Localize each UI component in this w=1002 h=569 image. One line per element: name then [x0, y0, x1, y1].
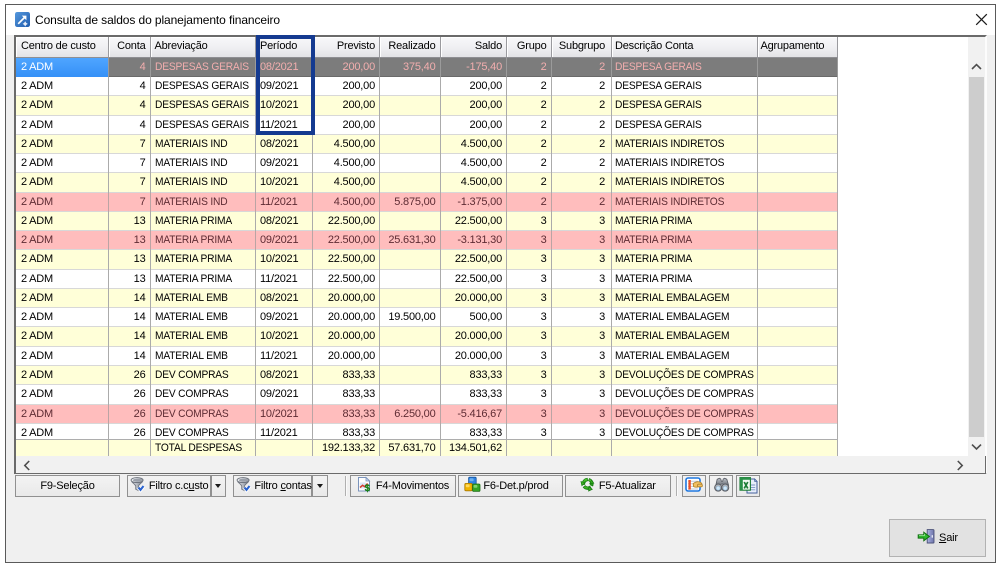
svg-text:$: $ — [365, 483, 371, 493]
